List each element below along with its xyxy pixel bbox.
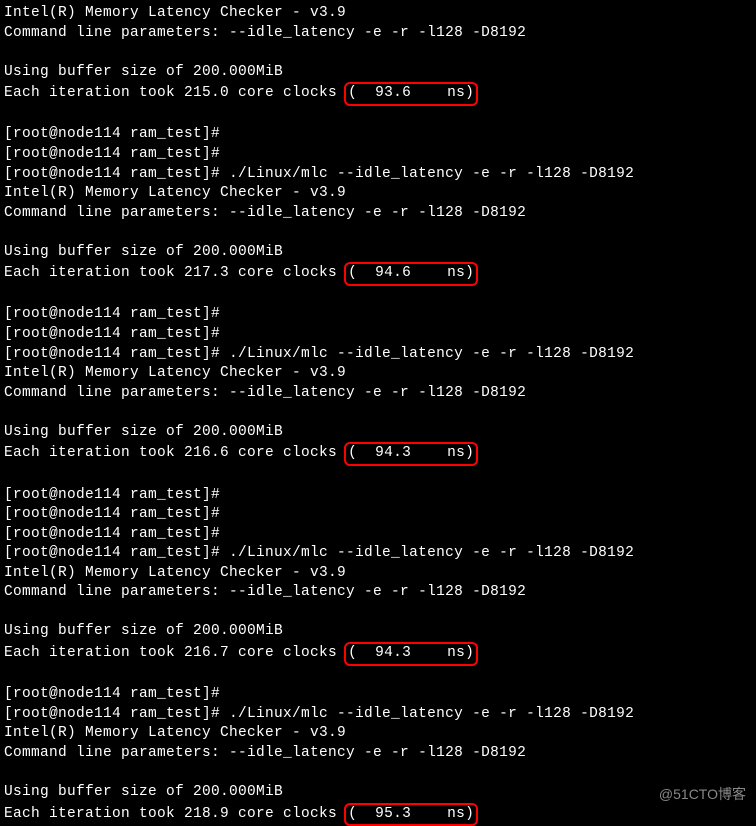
shell-command: [root@node114 ram_test]# ./Linux/mlc --i…	[4, 544, 752, 564]
mlc-params: Command line parameters: --idle_latency …	[4, 204, 752, 224]
blank-line	[4, 403, 752, 423]
shell-prompt: [root@node114 ram_test]#	[4, 325, 752, 345]
latency-highlight: ( 94.3 ns)	[344, 642, 478, 666]
shell-command: [root@node114 ram_test]# ./Linux/mlc --i…	[4, 165, 752, 185]
mlc-params: Command line parameters: --idle_latency …	[4, 583, 752, 603]
iteration-line: Each iteration took 215.0 core clocks ( …	[4, 82, 752, 106]
blank-line	[4, 666, 752, 686]
iteration-prefix: Each iteration took 218.9 core clocks	[4, 806, 346, 822]
buffer-line: Using buffer size of 200.000MiB	[4, 783, 752, 803]
shell-prompt: [root@node114 ram_test]#	[4, 125, 752, 145]
mlc-header: Intel(R) Memory Latency Checker - v3.9	[4, 184, 752, 204]
iteration-line: Each iteration took 217.3 core clocks ( …	[4, 262, 752, 286]
iteration-prefix: Each iteration took 217.3 core clocks	[4, 265, 346, 281]
watermark: @51CTO博客	[659, 785, 746, 804]
buffer-line: Using buffer size of 200.000MiB	[4, 423, 752, 443]
mlc-header: Intel(R) Memory Latency Checker - v3.9	[4, 564, 752, 584]
iteration-prefix: Each iteration took 216.6 core clocks	[4, 445, 346, 461]
shell-prompt: [root@node114 ram_test]#	[4, 505, 752, 525]
mlc-header: Intel(R) Memory Latency Checker - v3.9	[4, 364, 752, 384]
mlc-header: Intel(R) Memory Latency Checker - v3.9	[4, 724, 752, 744]
blank-line	[4, 43, 752, 63]
blank-line	[4, 286, 752, 306]
shell-prompt: [root@node114 ram_test]#	[4, 305, 752, 325]
latency-highlight: ( 95.3 ns)	[344, 803, 478, 826]
shell-prompt: [root@node114 ram_test]#	[4, 525, 752, 545]
shell-prompt: [root@node114 ram_test]#	[4, 486, 752, 506]
blank-line	[4, 603, 752, 623]
blank-line	[4, 763, 752, 783]
blank-line	[4, 223, 752, 243]
buffer-line: Using buffer size of 200.000MiB	[4, 622, 752, 642]
shell-command: [root@node114 ram_test]# ./Linux/mlc --i…	[4, 345, 752, 365]
iteration-line: Each iteration took 216.6 core clocks ( …	[4, 442, 752, 466]
buffer-line: Using buffer size of 200.000MiB	[4, 243, 752, 263]
latency-highlight: ( 93.6 ns)	[344, 82, 478, 106]
mlc-params: Command line parameters: --idle_latency …	[4, 384, 752, 404]
terminal-output: Intel(R) Memory Latency Checker - v3.9Co…	[4, 4, 752, 826]
shell-prompt: [root@node114 ram_test]#	[4, 685, 752, 705]
blank-line	[4, 466, 752, 486]
latency-highlight: ( 94.6 ns)	[344, 262, 478, 286]
mlc-params: Command line parameters: --idle_latency …	[4, 744, 752, 764]
shell-prompt: [root@node114 ram_test]#	[4, 145, 752, 165]
blank-line	[4, 106, 752, 126]
iteration-line: Each iteration took 218.9 core clocks ( …	[4, 803, 752, 826]
iteration-prefix: Each iteration took 216.7 core clocks	[4, 645, 346, 661]
latency-highlight: ( 94.3 ns)	[344, 442, 478, 466]
shell-command: [root@node114 ram_test]# ./Linux/mlc --i…	[4, 705, 752, 725]
mlc-header: Intel(R) Memory Latency Checker - v3.9	[4, 4, 752, 24]
mlc-params: Command line parameters: --idle_latency …	[4, 24, 752, 44]
iteration-prefix: Each iteration took 215.0 core clocks	[4, 85, 346, 101]
iteration-line: Each iteration took 216.7 core clocks ( …	[4, 642, 752, 666]
buffer-line: Using buffer size of 200.000MiB	[4, 63, 752, 83]
